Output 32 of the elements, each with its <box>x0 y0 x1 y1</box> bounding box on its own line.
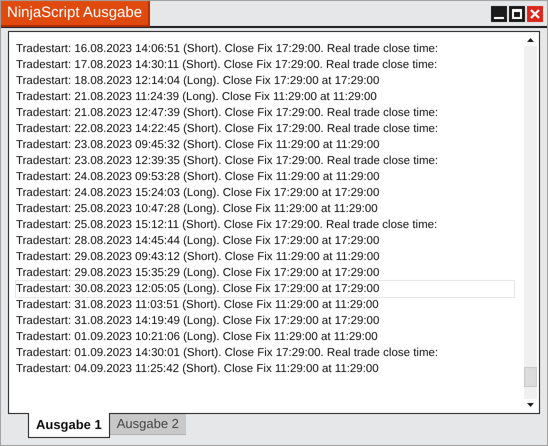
output-line: Tradestart: 31.08.2023 14:19:49 (Long). Close Fix 17:29:00 at 17:29:00 <box>16 314 380 329</box>
output-line: Tradestart: 25.08.2023 15:12:11 (Short). Close Fix 17:29:00. Real trade close time: <box>16 218 438 233</box>
tab[interactable]: Ausgabe 2 <box>110 414 186 435</box>
scroll-up-icon[interactable] <box>524 34 537 46</box>
close-button[interactable] <box>527 6 543 22</box>
output-line: Tradestart: 04.09.2023 11:25:42 (Short). Close Fix 11:29:00 at 11:29:00 <box>16 362 380 377</box>
output-line: Tradestart: 28.08.2023 14:45:44 (Long). Close Fix 17:29:00 at 17:29:00 <box>16 234 380 249</box>
minimize-button[interactable] <box>491 6 507 22</box>
output-line: Tradestart: 22.08.2023 14:22:45 (Short). Close Fix 17:29:00. Real trade close time: <box>16 122 440 137</box>
output-line: Tradestart: 21.08.2023 11:24:39 (Long). Close Fix 11:29:00 at 11:29:00 <box>16 90 378 105</box>
window-title: NinjaScript Ausgabe <box>1 1 150 27</box>
maximize-button[interactable] <box>509 6 525 22</box>
output-line: Tradestart: 30.08.2023 12:05:05 (Long). Close Fix 17:29:00 at 17:29:00 <box>16 281 514 297</box>
output-line: Tradestart: 24.08.2023 09:53:28 (Short). Close Fix 11:29:00 at 11:29:00 <box>16 170 381 185</box>
output-line: Tradestart: 01.09.2023 14:30:01 (Short). Close Fix 17:29:00. Real trade close time: <box>16 346 440 361</box>
scroll-down-icon[interactable] <box>524 399 537 411</box>
tab[interactable]: Ausgabe 1 <box>28 413 110 438</box>
output-line: Tradestart: 29.08.2023 09:43:12 (Short). Close Fix 11:29:00 at 11:29:00 <box>16 250 381 265</box>
scroll-thumb[interactable] <box>524 367 537 387</box>
close-icon <box>530 9 540 19</box>
scrollbar[interactable] <box>524 34 537 411</box>
output-line: Tradestart: 17.08.2023 14:30:11 (Short). Close Fix 17:29:00. Real trade close time: <box>16 58 438 73</box>
output-line: Tradestart: 01.09.2023 10:21:06 (Long). Close Fix 11:29:00 at 11:29:00 <box>16 330 379 345</box>
output-line: Tradestart: 29.08.2023 15:35:29 (Long). Close Fix 17:29:00 at 17:29:00 <box>16 266 380 281</box>
output-line: Tradestart: 31.08.2023 11:03:51 (Short). Close Fix 11:29:00 at 11:29:00 <box>16 298 380 313</box>
output-line: Tradestart: 18.08.2023 12:14:04 (Long). Close Fix 17:29:00 at 17:29:00 <box>16 74 380 89</box>
output-line: Tradestart: 21.08.2023 12:47:39 (Short). Close Fix 17:29:00. Real trade close time: <box>16 106 440 121</box>
output-line: Tradestart: 23.08.2023 09:45:32 (Short). Close Fix 11:29:00 at 11:29:00 <box>16 138 381 153</box>
output-line: Tradestart: 23.08.2023 12:39:35 (Short). Close Fix 17:29:00. Real trade close time: <box>16 154 440 169</box>
output-line: Tradestart: 24.08.2023 15:24:03 (Long). Close Fix 17:29:00 at 17:29:00 <box>16 186 380 201</box>
output-line: Tradestart: 25.08.2023 10:47:28 (Long). Close Fix 11:29:00 at 11:29:00 <box>16 202 379 217</box>
output-line: Tradestart: 16.08.2023 14:06:51 (Short). Close Fix 17:29:00. Real trade close time: <box>16 42 440 57</box>
